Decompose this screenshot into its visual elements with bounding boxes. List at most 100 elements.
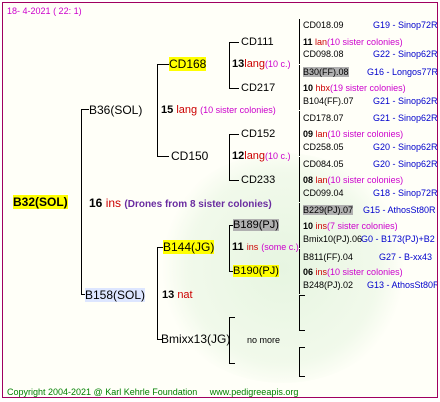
gen3-word: lan bbox=[315, 175, 328, 185]
gen3-word: ins bbox=[315, 267, 328, 277]
gen2-num: 12 bbox=[232, 150, 245, 162]
gen4-id[interactable]: B229(PJ).07 bbox=[303, 205, 354, 215]
header-date: 18- 4-2021 bbox=[7, 6, 51, 16]
gen2-stats: 11 ins (some c.) bbox=[232, 241, 299, 254]
gen3-id[interactable]: B190(PJ) bbox=[233, 265, 279, 277]
gen2-word: lang bbox=[244, 58, 266, 70]
connector bbox=[229, 317, 235, 318]
gen1-id[interactable]: B158(SOL) bbox=[85, 288, 146, 302]
gen3-stats: 11 lan(10 sister colonies) bbox=[303, 36, 403, 48]
connector bbox=[157, 64, 169, 65]
gen3-num: 09 bbox=[303, 129, 314, 139]
gen4-entry: CD258.05 G20 - Sinop62R bbox=[303, 141, 437, 153]
connector bbox=[299, 157, 300, 202]
gen4-id[interactable]: B30(FF).08 bbox=[303, 67, 349, 77]
connector bbox=[299, 249, 300, 294]
gen2-word: ins bbox=[246, 242, 259, 252]
gen2-node: Bmixx13(JG) bbox=[161, 333, 230, 346]
root-id[interactable]: B32(SOL) bbox=[13, 195, 68, 209]
gen4-ref: G20 - Sinop62R bbox=[373, 159, 438, 169]
gen3-node: CD152 bbox=[241, 128, 275, 140]
header-count: ( 22: 1) bbox=[53, 6, 82, 16]
gen3-id[interactable]: B189(PJ) bbox=[233, 219, 279, 231]
gen4-id[interactable]: B811(FF).04 bbox=[303, 252, 353, 262]
gen4-ref: G21 - Sinop62R bbox=[373, 96, 438, 106]
gen4-id[interactable]: CD084.05 bbox=[303, 159, 344, 169]
gen4-ref: G15 - AthosSt80R bbox=[363, 205, 436, 215]
gen4-ref: G16 - Longos77R bbox=[367, 67, 438, 77]
gen4-ref: G19 - Sinop72R bbox=[373, 20, 438, 30]
gen4-entry: B30(FF).08 G16 - Longos77R bbox=[303, 66, 437, 78]
gen4-id[interactable]: B248(PJ).02 bbox=[303, 280, 353, 290]
gen4-ref: G22 - Sinop62R bbox=[373, 49, 438, 59]
footer-copyright: Copyright 2004-2021 @ Karl Kehrle Founda… bbox=[7, 387, 198, 397]
connector bbox=[229, 134, 230, 180]
connector bbox=[299, 330, 305, 331]
connector bbox=[299, 19, 300, 64]
gen2-word: lang bbox=[244, 150, 266, 162]
gen2-note: (some c.) bbox=[261, 242, 299, 252]
gen2-id[interactable]: Bmixx13(JG) bbox=[161, 332, 230, 346]
gen1-stats: 15 lang (10 sister colonies) bbox=[161, 103, 276, 117]
gen3-word: lan bbox=[315, 37, 328, 47]
gen3-node: CD111 bbox=[241, 36, 274, 48]
gen3-stats: 10 hbx(19 sister colonies) bbox=[303, 82, 406, 94]
gen3-num: 06 bbox=[303, 267, 314, 277]
gen3-stats: 08 lan(10 sister colonies) bbox=[303, 174, 403, 186]
gen2-note: no more bbox=[247, 335, 281, 345]
gen3-word: hbx bbox=[315, 83, 331, 93]
gen2-num: 11 bbox=[232, 241, 244, 253]
gen3-word: ins bbox=[315, 221, 328, 231]
gen4-id[interactable]: CD098.08 bbox=[303, 49, 344, 59]
gen2-id[interactable]: CD168 bbox=[169, 57, 207, 71]
gen3-note: (19 sister colonies) bbox=[330, 83, 406, 93]
gen2-note: (10 c.) bbox=[265, 151, 291, 161]
gen2-num: 13 bbox=[232, 58, 245, 70]
gen3-node: CD217 bbox=[241, 82, 275, 94]
gen2-note: (10 c.) bbox=[265, 59, 291, 69]
gen3-id[interactable]: CD152 bbox=[241, 128, 275, 140]
connector bbox=[229, 134, 239, 135]
footer-site-link[interactable]: www.pedigreeapis.org bbox=[210, 387, 299, 397]
gen1-num: 13 bbox=[162, 289, 175, 301]
root-num: 16 bbox=[89, 196, 103, 210]
gen1-node: B36(SOL) bbox=[89, 103, 142, 117]
gen3-node: CD233 bbox=[241, 174, 275, 186]
gen3-num: 08 bbox=[303, 175, 314, 185]
gen3-stats: 06 ins(10 sister colonies) bbox=[303, 266, 403, 278]
pedigree-frame: 18- 4-2021 ( 22: 1) B32(SOL) 16 ins (Dro… bbox=[2, 2, 438, 398]
gen2-stats: 12lang(10 c.) bbox=[232, 150, 291, 163]
connector bbox=[299, 347, 300, 377]
header-line: 18- 4-2021 ( 22: 1) bbox=[7, 5, 82, 17]
root-note: (Drones from 8 sister colonies) bbox=[124, 199, 272, 210]
gen3-note: (10 sister colonies) bbox=[327, 175, 404, 185]
gen2-id[interactable]: CD150 bbox=[171, 149, 208, 163]
gen2-node: CD150 bbox=[171, 150, 208, 163]
connector bbox=[81, 109, 82, 295]
gen4-ref: G18 - Sinop72R bbox=[373, 188, 438, 198]
gen4-entry: CD084.05 G20 - Sinop62R bbox=[303, 158, 437, 170]
gen2-node: CD168 bbox=[169, 57, 207, 71]
gen4-id[interactable]: Bmix10(PJ).06 bbox=[303, 234, 362, 244]
gen4-entry: B229(PJ).07 G15 - AthosSt80R bbox=[303, 204, 436, 216]
connector bbox=[299, 203, 300, 248]
gen3-num: 10 bbox=[303, 221, 314, 231]
gen1-word: nat bbox=[177, 289, 193, 301]
root-word: ins bbox=[105, 196, 122, 210]
gen3-note: (10 sister colonies) bbox=[327, 267, 403, 277]
gen3-id[interactable]: CD217 bbox=[241, 82, 275, 94]
gen3-id[interactable]: CD233 bbox=[241, 174, 275, 186]
gen4-id[interactable]: CD099.04 bbox=[303, 188, 344, 198]
gen3-stats: 10 ins(7 sister colonies) bbox=[303, 220, 398, 232]
gen4-id[interactable]: CD178.07 bbox=[303, 113, 344, 123]
gen1-id[interactable]: B36(SOL) bbox=[89, 103, 142, 117]
gen4-id[interactable]: CD018.09 bbox=[303, 20, 344, 30]
gen3-id[interactable]: CD111 bbox=[241, 36, 274, 48]
footer-line: Copyright 2004-2021 @ Karl Kehrle Founda… bbox=[7, 386, 299, 397]
gen3-note: (7 sister colonies) bbox=[327, 221, 398, 231]
connector bbox=[229, 42, 239, 43]
gen4-ref: G0 - B173(PJ)+B2 bbox=[361, 234, 435, 244]
gen2-id[interactable]: B144(JG) bbox=[163, 240, 215, 254]
gen4-id[interactable]: B104(FF).07 bbox=[303, 96, 354, 106]
gen4-id[interactable]: CD258.05 bbox=[303, 142, 344, 152]
